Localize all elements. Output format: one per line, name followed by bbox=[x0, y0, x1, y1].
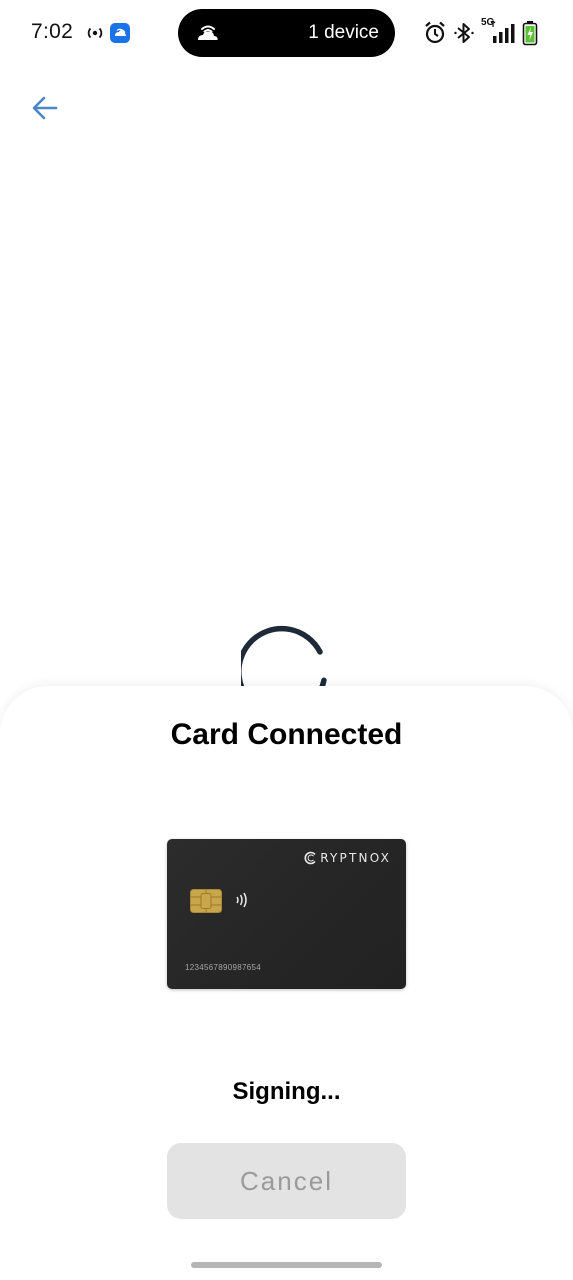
brand-c-icon bbox=[304, 851, 316, 865]
cryptnox-card-image: RYPTNOX 1234567890987654 bbox=[167, 839, 406, 989]
contactless-icon bbox=[236, 892, 247, 908]
sheet-title: Card Connected bbox=[170, 718, 403, 751]
signal-icon bbox=[491, 20, 515, 43]
connection-pill[interactable]: 1 device bbox=[178, 9, 395, 57]
arrow-left-icon bbox=[32, 96, 58, 120]
status-bar: 7:02 1 device 5G bbox=[0, 0, 573, 66]
cloud-wifi-icon bbox=[198, 25, 218, 40]
battery-charging-icon bbox=[522, 21, 538, 46]
hotspot-icon bbox=[87, 27, 103, 39]
loading-spinner-icon bbox=[241, 625, 327, 695]
home-indicator[interactable] bbox=[191, 1262, 382, 1268]
alarm-icon bbox=[425, 21, 445, 44]
chip-icon bbox=[190, 889, 222, 913]
pill-text: 1 device bbox=[308, 22, 379, 43]
card-logo: RYPTNOX bbox=[304, 851, 391, 865]
bottom-sheet: Card Connected RYPTNOX 1234567890987654 … bbox=[0, 686, 573, 1280]
status-time: 7:02 bbox=[31, 20, 74, 43]
bluetooth-icon bbox=[454, 23, 474, 43]
card-brand: RYPTNOX bbox=[320, 851, 391, 865]
cancel-button[interactable]: Cancel bbox=[167, 1143, 406, 1219]
cloud-app-icon bbox=[110, 23, 130, 43]
signing-status: Signing... bbox=[232, 1078, 341, 1105]
card-number: 1234567890987654 bbox=[185, 963, 261, 972]
back-button[interactable] bbox=[26, 88, 66, 128]
